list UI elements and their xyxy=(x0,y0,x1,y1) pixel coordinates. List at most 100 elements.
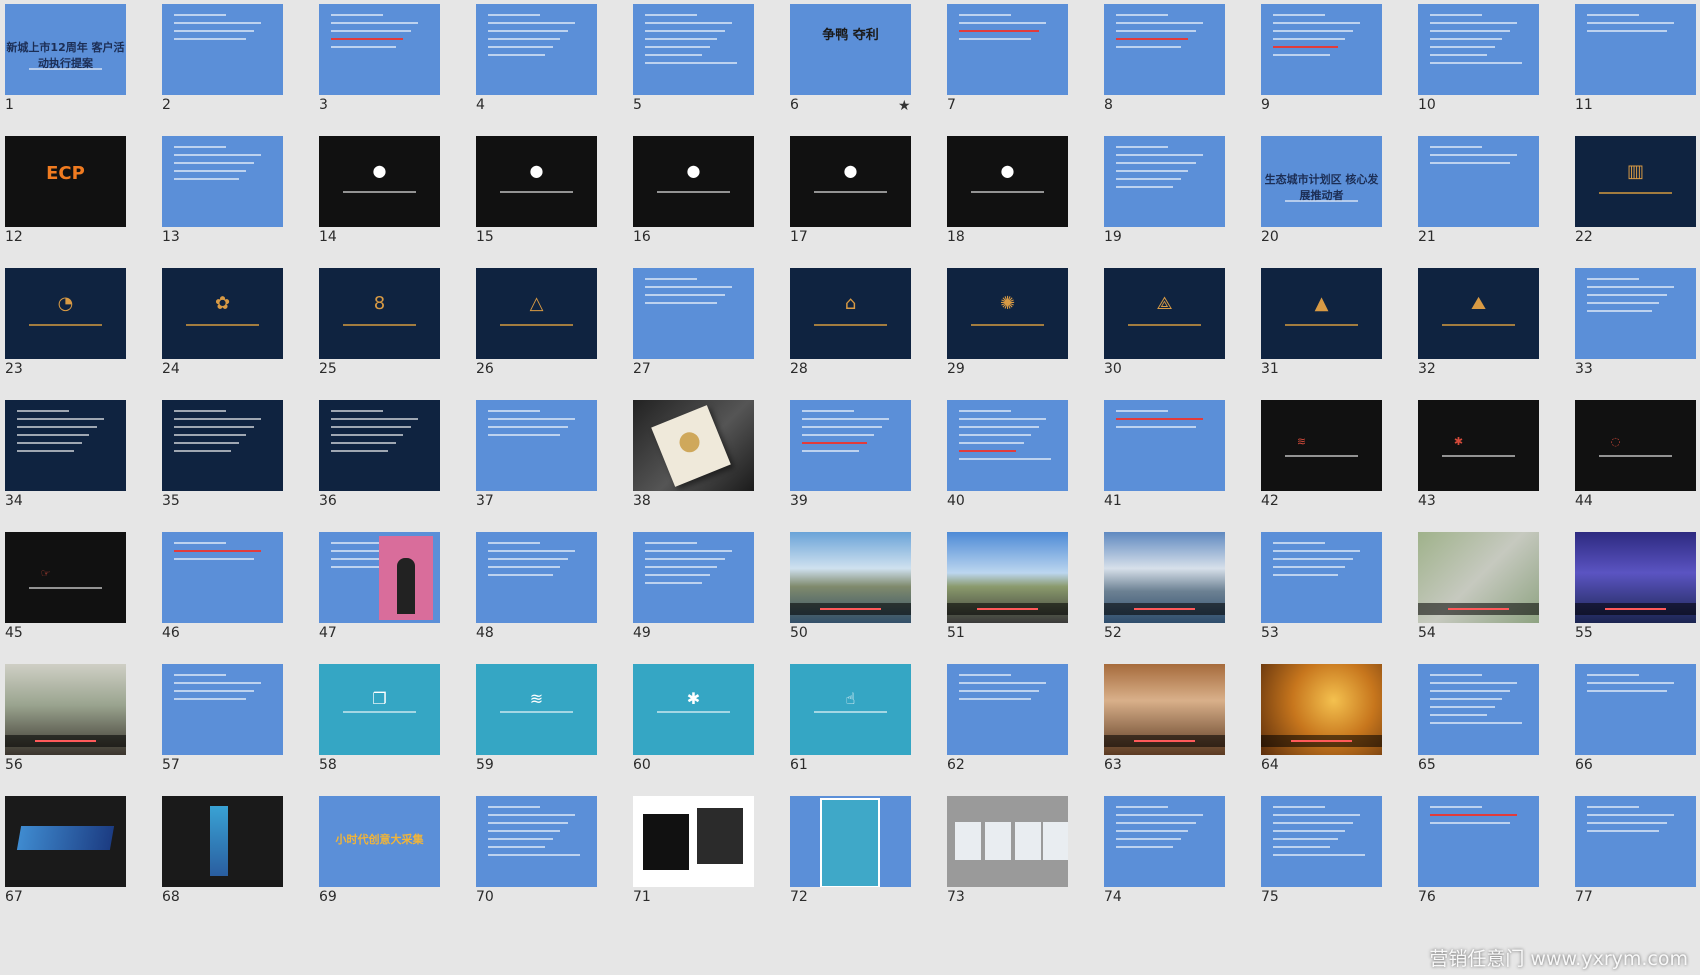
slide-preview[interactable]: ● xyxy=(476,136,597,227)
slide-thumbnail-34[interactable]: 34 xyxy=(0,396,157,539)
slide-preview[interactable]: ❐ xyxy=(319,664,440,755)
slide-preview[interactable]: ▲ xyxy=(1261,268,1382,359)
slide-thumbnail-5[interactable]: 5 xyxy=(628,0,785,143)
slide-thumbnail-28[interactable]: ⌂ 28 xyxy=(785,264,942,407)
slide-preview[interactable] xyxy=(162,664,283,755)
slide-preview[interactable]: △ xyxy=(476,268,597,359)
slide-preview[interactable] xyxy=(162,136,283,227)
slide-thumbnail-22[interactable]: ▥ 22 xyxy=(1570,132,1700,275)
slide-preview[interactable]: 8 xyxy=(319,268,440,359)
slide-thumbnail-6[interactable]: 争鸭 夺利 6 ★ xyxy=(785,0,942,143)
slide-preview[interactable]: ● xyxy=(790,136,911,227)
slide-thumbnail-60[interactable]: ✱ 60 xyxy=(628,660,785,803)
slide-preview[interactable] xyxy=(947,664,1068,755)
slide-preview[interactable]: ● xyxy=(319,136,440,227)
slide-preview[interactable] xyxy=(1104,532,1225,623)
slide-thumbnail-77[interactable]: 77 xyxy=(1570,792,1700,935)
slide-preview[interactable] xyxy=(476,400,597,491)
slide-preview[interactable] xyxy=(1261,796,1382,887)
slide-preview[interactable] xyxy=(162,532,283,623)
slide-thumbnail-57[interactable]: 57 xyxy=(157,660,314,803)
slide-thumbnail-31[interactable]: ▲ 31 xyxy=(1256,264,1413,407)
slide-thumbnail-42[interactable]: ≋ 42 xyxy=(1256,396,1413,539)
slide-preview[interactable] xyxy=(1104,4,1225,95)
slide-preview[interactable]: ≋ xyxy=(1261,400,1382,491)
slide-thumbnail-76[interactable]: 76 xyxy=(1413,792,1570,935)
slide-preview[interactable] xyxy=(1104,796,1225,887)
slide-preview[interactable] xyxy=(1418,532,1539,623)
slide-thumbnail-46[interactable]: 46 xyxy=(157,528,314,671)
slide-thumbnail-44[interactable]: ◌ 44 xyxy=(1570,396,1700,539)
slide-thumbnail-38[interactable]: 38 xyxy=(628,396,785,539)
slide-preview[interactable]: ✺ xyxy=(947,268,1068,359)
slide-thumbnail-48[interactable]: 48 xyxy=(471,528,628,671)
slide-thumbnail-1[interactable]: 新城上市12周年 客户活动执行提案 1 xyxy=(0,0,157,143)
slide-preview[interactable]: ✿ xyxy=(162,268,283,359)
slide-preview[interactable] xyxy=(5,796,126,887)
slide-thumbnail-33[interactable]: 33 xyxy=(1570,264,1700,407)
slide-thumbnail-16[interactable]: ● 16 xyxy=(628,132,785,275)
slide-thumbnail-41[interactable]: 41 xyxy=(1099,396,1256,539)
slide-preview[interactable] xyxy=(1418,136,1539,227)
slide-preview[interactable] xyxy=(947,796,1068,887)
slide-preview[interactable] xyxy=(633,4,754,95)
slide-thumbnail-63[interactable]: 63 xyxy=(1099,660,1256,803)
slide-preview[interactable]: ● xyxy=(633,136,754,227)
slide-thumbnail-14[interactable]: ● 14 xyxy=(314,132,471,275)
slide-thumbnail-45[interactable]: ☞ 45 xyxy=(0,528,157,671)
slide-thumbnail-8[interactable]: 8 xyxy=(1099,0,1256,143)
slide-preview[interactable] xyxy=(1261,532,1382,623)
slide-thumbnail-9[interactable]: 9 xyxy=(1256,0,1413,143)
slide-preview[interactable] xyxy=(1575,532,1696,623)
slide-thumbnail-24[interactable]: ✿ 24 xyxy=(157,264,314,407)
slide-thumbnail-3[interactable]: 3 xyxy=(314,0,471,143)
slide-preview[interactable]: 争鸭 夺利 xyxy=(790,4,911,95)
slide-thumbnail-2[interactable]: 2 xyxy=(157,0,314,143)
slide-preview[interactable] xyxy=(947,532,1068,623)
slide-preview[interactable] xyxy=(476,4,597,95)
slide-thumbnail-52[interactable]: 52 xyxy=(1099,528,1256,671)
slide-thumbnail-26[interactable]: △ 26 xyxy=(471,264,628,407)
slide-thumbnail-15[interactable]: ● 15 xyxy=(471,132,628,275)
slide-preview[interactable] xyxy=(633,532,754,623)
slide-preview[interactable] xyxy=(633,268,754,359)
slide-preview[interactable]: ⌂ xyxy=(790,268,911,359)
slide-preview[interactable]: ▥ xyxy=(1575,136,1696,227)
slide-preview[interactable]: ⟁ xyxy=(1104,268,1225,359)
slide-thumbnail-68[interactable]: 68 xyxy=(157,792,314,935)
slide-thumbnail-74[interactable]: 74 xyxy=(1099,792,1256,935)
slide-thumbnail-56[interactable]: 56 xyxy=(0,660,157,803)
slide-thumbnail-12[interactable]: ECP 12 xyxy=(0,132,157,275)
slide-preview[interactable]: 生态城市计划区 核心发展推动者 xyxy=(1261,136,1382,227)
slide-thumbnail-59[interactable]: ≋ 59 xyxy=(471,660,628,803)
slide-preview[interactable] xyxy=(476,532,597,623)
slide-thumbnail-61[interactable]: ☝ 61 xyxy=(785,660,942,803)
slide-preview[interactable] xyxy=(1418,4,1539,95)
slide-thumbnail-36[interactable]: 36 xyxy=(314,396,471,539)
slide-thumbnail-39[interactable]: 39 xyxy=(785,396,942,539)
slide-thumbnail-18[interactable]: ● 18 xyxy=(942,132,1099,275)
slide-preview[interactable]: ☝ xyxy=(790,664,911,755)
slide-preview[interactable]: ● xyxy=(947,136,1068,227)
slide-thumbnail-69[interactable]: 小时代创意大采集 69 xyxy=(314,792,471,935)
slide-preview[interactable]: ◌ xyxy=(1575,400,1696,491)
slide-thumbnail-11[interactable]: 11 xyxy=(1570,0,1700,143)
slide-thumbnail-23[interactable]: ◔ 23 xyxy=(0,264,157,407)
slide-preview[interactable] xyxy=(947,4,1068,95)
slide-preview[interactable]: ✱ xyxy=(1418,400,1539,491)
slide-preview[interactable]: ECP xyxy=(5,136,126,227)
slide-preview[interactable] xyxy=(1575,664,1696,755)
slide-thumbnail-30[interactable]: ⟁ 30 xyxy=(1099,264,1256,407)
slide-thumbnail-64[interactable]: 64 xyxy=(1256,660,1413,803)
slide-thumbnail-49[interactable]: 49 xyxy=(628,528,785,671)
slide-thumbnail-73[interactable]: 73 xyxy=(942,792,1099,935)
slide-preview[interactable]: ⛰ xyxy=(1418,268,1539,359)
slide-thumbnail-71[interactable]: 71 xyxy=(628,792,785,935)
slide-thumbnail-35[interactable]: 35 xyxy=(157,396,314,539)
slide-preview[interactable] xyxy=(319,532,440,623)
slide-preview[interactable] xyxy=(1418,796,1539,887)
slide-preview[interactable] xyxy=(1418,664,1539,755)
slide-preview[interactable] xyxy=(1104,136,1225,227)
slide-thumbnail-66[interactable]: 66 xyxy=(1570,660,1700,803)
slide-preview[interactable] xyxy=(790,532,911,623)
